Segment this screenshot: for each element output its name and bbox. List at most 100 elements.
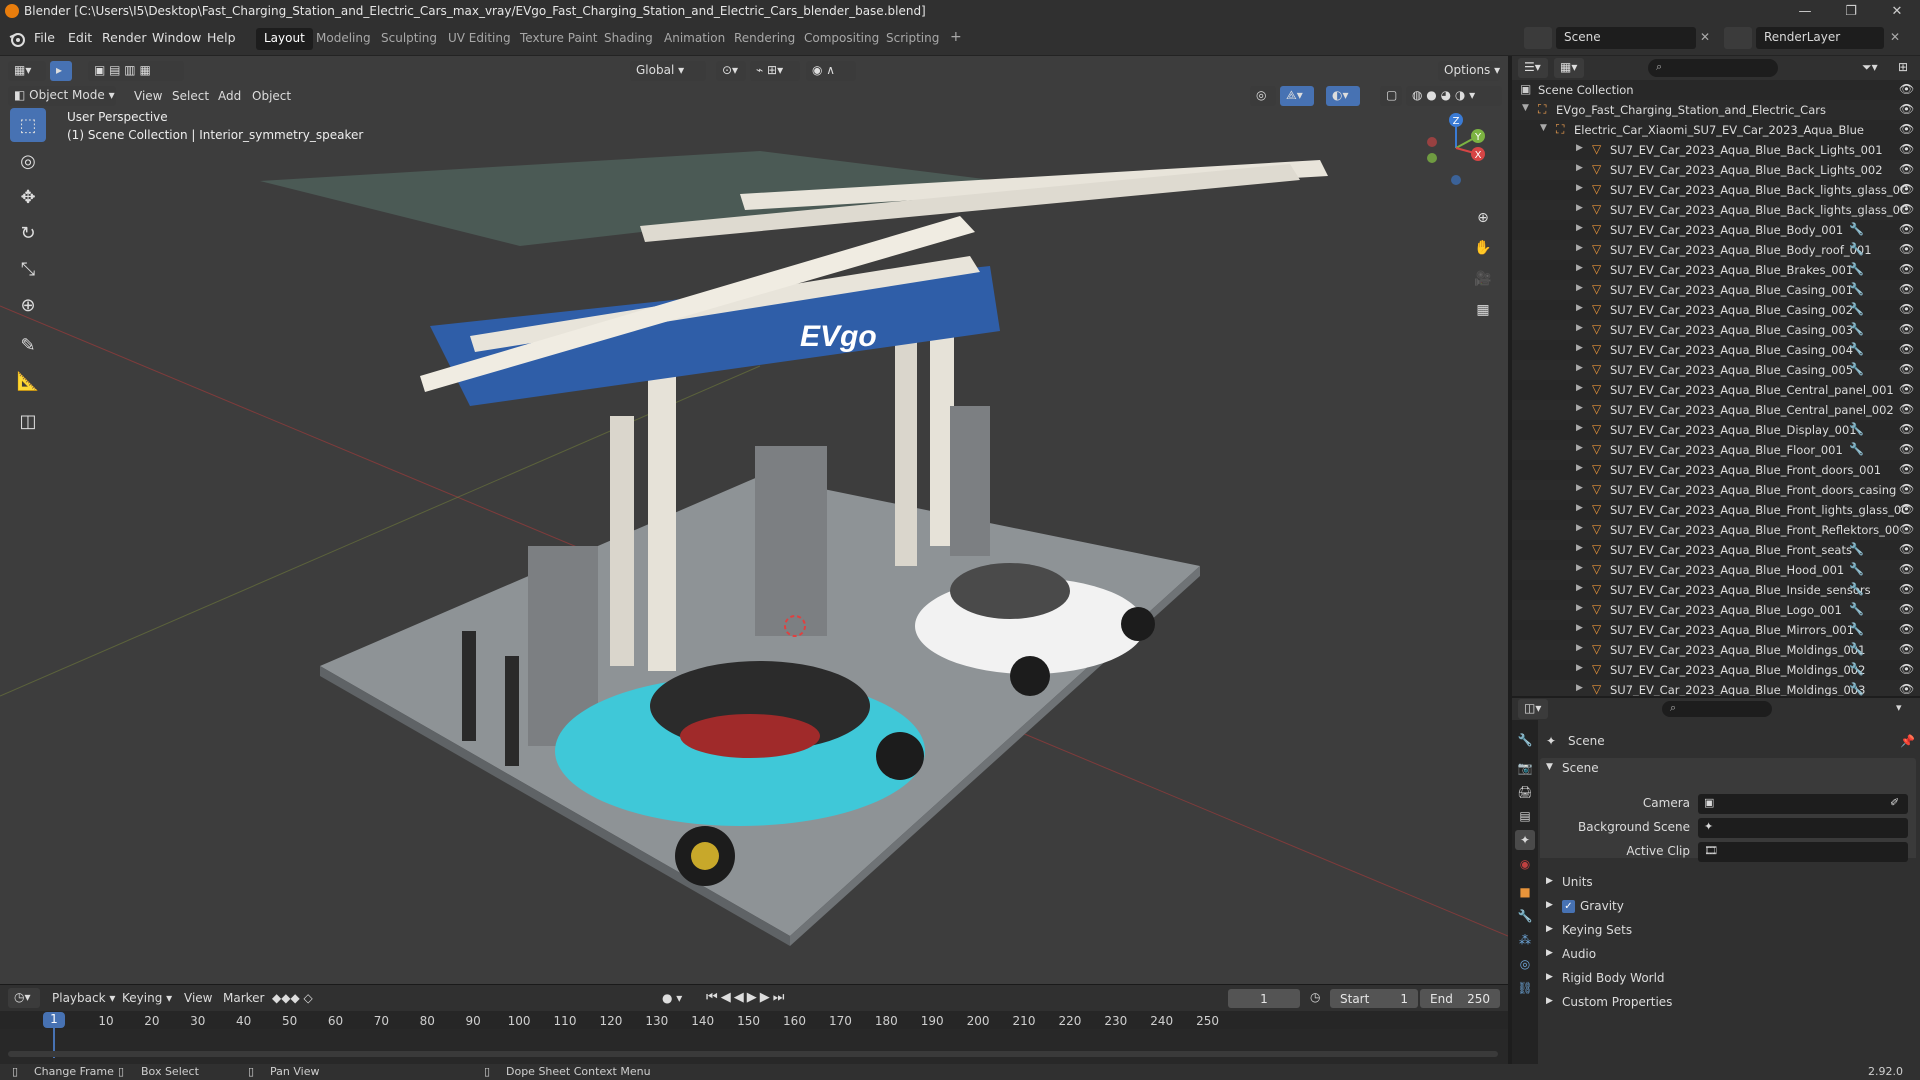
expand-arrow-icon[interactable]: ▶ — [1576, 483, 1583, 493]
outliner-mesh-item[interactable]: ▶ ▽ SU7_EV_Car_2023_Aqua_Blue_Moldings_001… — [1512, 640, 1920, 660]
expand-arrow-icon[interactable]: ▶ — [1576, 403, 1583, 413]
gravity-checkbox[interactable]: ✓ — [1562, 900, 1575, 913]
gizmo-toggle-icon[interactable]: ⟁▾ — [1280, 86, 1314, 106]
visibility-eye-icon[interactable]: 👁 — [1899, 422, 1914, 436]
visibility-eye-icon[interactable]: 👁 — [1899, 402, 1914, 416]
units-panel-header[interactable]: ▶ Units — [1540, 872, 1916, 894]
outliner-mesh-item[interactable]: ▶ ▽ SU7_EV_Car_2023_Aqua_Blue_Casing_001 🔧 👁 — [1512, 280, 1920, 300]
object-tab-icon[interactable]: ■ — [1515, 882, 1535, 902]
view-layer-remove-icon[interactable]: ✕ — [1890, 30, 1900, 44]
visibility-eye-icon[interactable]: 👁 — [1899, 562, 1914, 576]
visibility-eye-icon[interactable]: 👁 — [1899, 282, 1914, 296]
scene-panel-header[interactable]: ▼ Scene — [1540, 758, 1916, 780]
outliner-mesh-item[interactable]: ▶ ▽ SU7_EV_Car_2023_Aqua_Blue_Inside_senso… — [1512, 580, 1920, 600]
pin-icon[interactable]: 📌 — [1900, 734, 1915, 748]
expand-arrow-icon[interactable]: ▶ — [1576, 323, 1583, 333]
modifier-icon[interactable]: 🔧 — [1849, 602, 1864, 616]
visibility-eye-icon[interactable]: 👁 — [1899, 242, 1914, 256]
tab-animation[interactable]: Animation — [656, 28, 733, 50]
active-clip-field[interactable]: 🎞 — [1698, 842, 1908, 862]
expand-arrow-icon[interactable]: ▶ — [1576, 443, 1583, 453]
modifier-icon[interactable]: 🔧 — [1849, 442, 1864, 456]
maximize-button[interactable]: ❐ — [1828, 0, 1874, 22]
timeline-editor-type-icon[interactable]: ◷▾ — [8, 988, 40, 1008]
visibility-eye-icon[interactable]: 👁 — [1899, 262, 1914, 276]
expand-arrow-icon[interactable]: ▶ — [1576, 543, 1583, 553]
visibility-eye-icon[interactable]: 👁 — [1899, 602, 1914, 616]
scene-browse-icon[interactable] — [1524, 27, 1552, 49]
record-icon[interactable]: ● ▾ — [662, 991, 682, 1005]
options-dropdown[interactable]: Options ▾ — [1438, 61, 1500, 81]
navigation-gizmo[interactable]: Z Y X — [1420, 112, 1500, 192]
expand-arrow-icon[interactable]: ▶ — [1576, 603, 1583, 613]
playhead-marker[interactable]: 1 — [43, 1012, 65, 1028]
properties-search-input[interactable]: ⌕ — [1662, 701, 1772, 717]
world-tab-icon[interactable]: ◉ — [1515, 854, 1535, 874]
new-collection-icon[interactable]: ⊞ — [1898, 60, 1908, 74]
modifier-icon[interactable]: 🔧 — [1849, 322, 1864, 336]
select-box-tool-icon[interactable]: ⬚ — [10, 108, 46, 142]
outliner-mesh-item[interactable]: ▶ ▽ SU7_EV_Car_2023_Aqua_Blue_Logo_001 🔧 👁 — [1512, 600, 1920, 620]
editor-type-icon[interactable]: ▦▾ — [8, 61, 46, 81]
visibility-icon[interactable]: ◎ — [1250, 86, 1276, 106]
visibility-eye-icon[interactable]: 👁 — [1899, 642, 1914, 656]
expand-arrow-icon[interactable]: ▶ — [1576, 563, 1583, 573]
view-layer-field[interactable]: RenderLayer — [1756, 27, 1884, 49]
modifier-icon[interactable]: 🔧 — [1849, 362, 1864, 376]
expand-arrow-icon[interactable]: ▶ — [1576, 523, 1583, 533]
scene-name-field[interactable]: Scene — [1556, 27, 1696, 49]
overlay-toggle-icon[interactable]: ◐▾ — [1326, 86, 1360, 106]
start-frame-field[interactable]: Start 1 — [1330, 989, 1418, 1008]
timeline-menu-playback[interactable]: Playback ▾ — [52, 991, 115, 1005]
visibility-eye-icon[interactable]: 👁 — [1899, 82, 1914, 96]
expand-arrow-icon[interactable]: ▶ — [1576, 363, 1583, 373]
outliner-editor-type-icon[interactable]: ☰▾ — [1518, 58, 1548, 78]
visibility-eye-icon[interactable]: 👁 — [1899, 482, 1914, 496]
properties-editor-type-icon[interactable]: ◫▾ — [1518, 699, 1548, 719]
visibility-eye-icon[interactable]: 👁 — [1899, 462, 1914, 476]
scale-tool-icon[interactable]: ⤡ — [10, 252, 46, 286]
tab-rendering[interactable]: Rendering — [726, 28, 803, 50]
outliner-mesh-item[interactable]: ▶ ▽ SU7_EV_Car_2023_Aqua_Blue_Moldings_002… — [1512, 660, 1920, 680]
outliner-mesh-item[interactable]: ▶ ▽ SU7_EV_Car_2023_Aqua_Blue_Body_roof_00… — [1512, 240, 1920, 260]
timeline-menu-marker[interactable]: Marker — [223, 991, 264, 1005]
keyframe-icons[interactable]: ◆◆◆ ◇ — [272, 991, 313, 1005]
modifier-tab-icon[interactable]: 🔧 — [1515, 906, 1535, 926]
current-frame-field[interactable]: 1 — [1228, 989, 1300, 1008]
modifier-icon[interactable]: 🔧 — [1849, 622, 1864, 636]
expand-arrow-icon[interactable]: ▶ — [1576, 583, 1583, 593]
modifier-icon[interactable]: 🔧 — [1849, 542, 1864, 556]
visibility-eye-icon[interactable]: 👁 — [1899, 382, 1914, 396]
camera-field[interactable]: ▣ ✐ — [1698, 794, 1908, 814]
modifier-icon[interactable]: 🔧 — [1849, 302, 1864, 316]
constraints-tab-icon[interactable]: ⛓ — [1515, 978, 1535, 998]
outliner-scene-collection[interactable]: ▣ Scene Collection 👁 — [1512, 80, 1920, 100]
expand-arrow-icon[interactable]: ▶ — [1576, 643, 1583, 653]
expand-arrow-icon[interactable]: ▼ — [1522, 103, 1529, 113]
visibility-eye-icon[interactable]: 👁 — [1899, 222, 1914, 236]
modifier-icon[interactable]: 🔧 — [1849, 242, 1864, 256]
modifier-icon[interactable]: 🔧 — [1849, 422, 1864, 436]
visibility-eye-icon[interactable]: 👁 — [1899, 322, 1914, 336]
snap-icon[interactable]: ⌁ ⊞▾ — [750, 61, 800, 81]
visibility-eye-icon[interactable]: 👁 — [1899, 162, 1914, 176]
scene-tab-icon[interactable]: ✦ — [1515, 830, 1535, 850]
modifier-icon[interactable]: 🔧 — [1849, 282, 1864, 296]
outliner-mesh-item[interactable]: ▶ ▽ SU7_EV_Car_2023_Aqua_Blue_Brakes_001 🔧 👁 — [1512, 260, 1920, 280]
keying-sets-panel-header[interactable]: ▶ Keying Sets — [1540, 920, 1916, 942]
annotate-tool-icon[interactable]: ✎ — [10, 328, 46, 362]
tab-texture-paint[interactable]: Texture Paint — [512, 28, 605, 50]
outliner-mesh-item[interactable]: ▶ ▽ SU7_EV_Car_2023_Aqua_Blue_Casing_004 🔧 👁 — [1512, 340, 1920, 360]
expand-arrow-icon[interactable]: ▶ — [1576, 163, 1583, 173]
expand-arrow-icon[interactable]: ▶ — [1576, 143, 1583, 153]
outliner-parent-object[interactable]: ▼ ⛶ Electric_Car_Xiaomi_SU7_EV_Car_2023_Aq… — [1512, 120, 1920, 140]
visibility-eye-icon[interactable]: 👁 — [1899, 342, 1914, 356]
perspective-grid-icon[interactable]: ▦ — [1469, 296, 1497, 324]
add-workspace-button[interactable]: + — [944, 28, 968, 50]
output-tab-icon[interactable]: 🖨 — [1515, 782, 1535, 802]
physics-tab-icon[interactable]: ◎ — [1515, 954, 1535, 974]
blender-menu-icon[interactable] — [8, 30, 26, 48]
tab-sculpting[interactable]: Sculpting — [373, 28, 445, 50]
pan-hand-icon[interactable]: ✋ — [1469, 234, 1497, 262]
outliner-mesh-item[interactable]: ▶ ▽ SU7_EV_Car_2023_Aqua_Blue_Mirrors_001 🔧… — [1512, 620, 1920, 640]
